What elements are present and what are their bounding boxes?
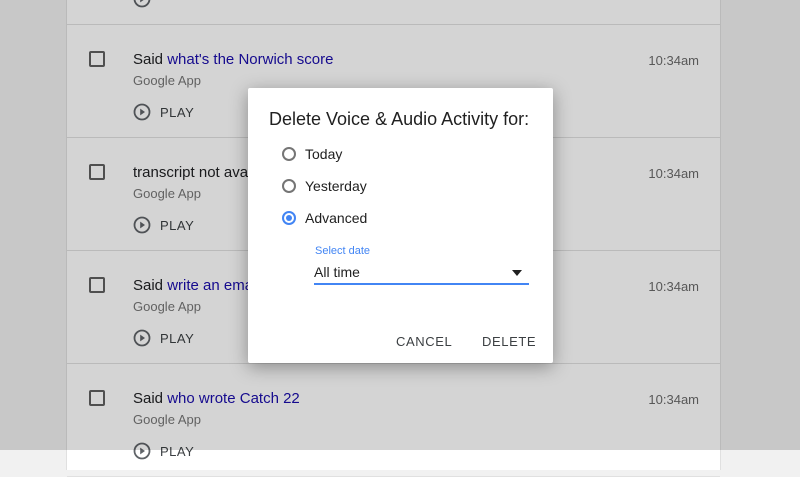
radio-button-selected[interactable]: [282, 211, 296, 225]
cancel-button[interactable]: CANCEL: [396, 334, 452, 349]
radio-option-today[interactable]: Today: [282, 144, 342, 164]
select-value: All time: [314, 264, 360, 280]
dropdown-arrow-icon: [512, 270, 522, 276]
radio-label: Today: [305, 146, 343, 162]
radio-label: Yesterday: [305, 178, 367, 194]
delete-activity-dialog: Delete Voice & Audio Activity for: Today…: [248, 88, 553, 363]
radio-button[interactable]: [282, 179, 296, 193]
radio-button[interactable]: [282, 147, 296, 161]
date-range-select[interactable]: All time: [314, 262, 529, 285]
select-date-label: Select date: [315, 245, 371, 257]
delete-button[interactable]: DELETE: [482, 334, 536, 349]
radio-option-advanced[interactable]: Advanced: [282, 208, 367, 228]
radio-label: Advanced: [305, 210, 368, 226]
radio-option-yesterday[interactable]: Yesterday: [282, 176, 367, 196]
dialog-title: Delete Voice & Audio Activity for:: [269, 109, 530, 129]
